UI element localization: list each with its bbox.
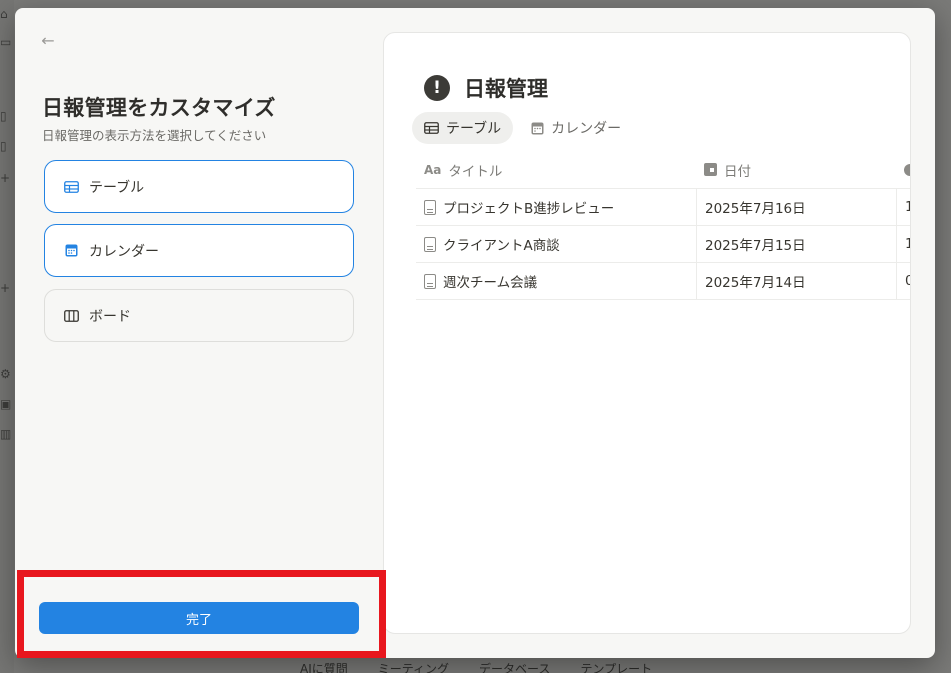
- column-label: タイトル: [448, 163, 503, 180]
- option-label: カレンダー: [89, 243, 159, 260]
- row-title: プロジェクトB進捗レビュー: [443, 201, 615, 217]
- preview-table: Aa タイトル 日付 プロジェクトB進捗レビュー 2025年7月16日 クライア…: [416, 151, 910, 300]
- home-icon: ⌂: [0, 7, 8, 21]
- customize-modal: ← 日報管理をカスタマイズ 日報管理の表示方法を選択してください テーブル カレ…: [15, 8, 935, 658]
- plus-icon: +: [0, 171, 11, 185]
- settings-icon: ⚙: [0, 367, 11, 381]
- cell-extra: 1: [896, 189, 910, 225]
- option-board[interactable]: ボード: [44, 289, 354, 342]
- cell-extra: 1: [896, 226, 910, 262]
- options-panel: ← 日報管理をカスタマイズ 日報管理の表示方法を選択してください テーブル カレ…: [15, 8, 383, 658]
- bottom-item: データベース: [479, 662, 551, 673]
- tab-table[interactable]: テーブル: [412, 112, 514, 144]
- table-header: Aa タイトル 日付: [416, 151, 910, 189]
- column-label: 日付: [724, 163, 751, 180]
- property-icon: [904, 163, 910, 176]
- option-label: テーブル: [89, 179, 145, 196]
- template-icon: ▣: [0, 397, 12, 411]
- tab-label: カレンダー: [551, 121, 622, 137]
- cell-title: クライアントA商談: [416, 226, 696, 262]
- column-header-date[interactable]: 日付: [696, 151, 896, 188]
- table-icon: [63, 179, 79, 195]
- cell-extra: 0: [896, 263, 910, 299]
- view-tabs: テーブル カレンダー: [412, 112, 633, 144]
- bottom-item: ミーティング: [377, 662, 450, 673]
- database-title: 日報管理: [464, 77, 548, 101]
- tab-calendar[interactable]: カレンダー: [519, 112, 633, 144]
- table-row[interactable]: 週次チーム会議 2025年7月14日 0: [416, 263, 910, 300]
- plus-icon: +: [0, 281, 11, 295]
- cell-title: 週次チーム会議: [416, 263, 696, 299]
- screen: ⌂ ▭ ▯ ▯ + + ⚙ ▣ ▥ AIに質問 ミーティング データベース テン…: [0, 0, 951, 673]
- cell-title: プロジェクトB進捗レビュー: [416, 189, 696, 225]
- database-header: ! 日報管理: [424, 73, 548, 103]
- calendar-icon: [531, 122, 544, 134]
- calendar-property-icon: [704, 163, 717, 176]
- cell-date: 2025年7月15日: [696, 226, 896, 262]
- exclamation-icon: !: [424, 75, 450, 101]
- background-bottom-bar: AIに質問 ミーティング データベース テンプレート: [300, 660, 860, 673]
- page-icon: [424, 273, 436, 289]
- row-title: 週次チーム会議: [443, 275, 538, 291]
- page-icon: [424, 199, 436, 215]
- option-table[interactable]: テーブル: [44, 160, 354, 213]
- cell-date: 2025年7月16日: [696, 189, 896, 225]
- board-icon: [63, 308, 79, 324]
- table-row[interactable]: プロジェクトB進捗レビュー 2025年7月16日 1: [416, 189, 910, 226]
- done-button[interactable]: 完了: [39, 602, 359, 634]
- option-label: ボード: [89, 308, 131, 325]
- back-arrow-icon[interactable]: ←: [37, 30, 59, 52]
- modal-title: 日報管理をカスタマイズ: [42, 96, 276, 120]
- tab-label: テーブル: [446, 121, 502, 137]
- modal-subtitle: 日報管理の表示方法を選択してください: [42, 128, 267, 143]
- text-property-icon: Aa: [424, 162, 442, 177]
- page-icon: [424, 236, 436, 252]
- bottom-item: テンプレート: [580, 662, 653, 673]
- inbox-icon: ▭: [0, 35, 12, 49]
- table-row[interactable]: クライアントA商談 2025年7月15日 1: [416, 226, 910, 263]
- row-title: クライアントA商談: [443, 238, 560, 254]
- column-header-title[interactable]: Aa タイトル: [416, 151, 696, 188]
- page-icon: ▯: [0, 139, 7, 153]
- preview-panel: ! 日報管理 テーブル カレンダー Aa タイトル 日付 プロジェクトB進捗レビ…: [383, 32, 911, 634]
- page-icon: ▯: [0, 109, 7, 123]
- trash-icon: ▥: [0, 427, 12, 441]
- option-calendar[interactable]: カレンダー: [44, 224, 354, 277]
- cell-date: 2025年7月14日: [696, 263, 896, 299]
- column-header-extra[interactable]: [896, 151, 910, 188]
- table-icon: [424, 122, 439, 134]
- calendar-icon: [63, 243, 79, 259]
- background-sidebar: ⌂ ▭ ▯ ▯ + + ⚙ ▣ ▥: [0, 0, 14, 673]
- bottom-item: AIに質問: [300, 662, 348, 673]
